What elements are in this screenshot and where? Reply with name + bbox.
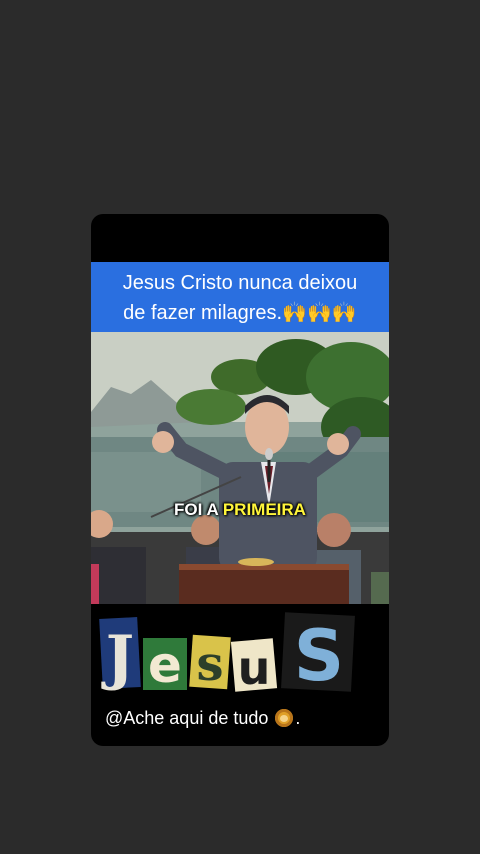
subtitle-highlight: PRIMEIRA	[222, 500, 306, 519]
handle-text: @Ache aqui de tudo	[105, 708, 269, 728]
handle-suffix: .	[295, 708, 301, 728]
sticker-letter-5: S	[281, 612, 355, 692]
sticker-letter-text: e	[148, 636, 182, 692]
preacher-scene	[91, 332, 389, 604]
video-frame[interactable]: FOI A PRIMEIRA	[91, 332, 389, 604]
video-subtitle: FOI A PRIMEIRA	[91, 500, 389, 520]
sticker-letter-1: J	[99, 617, 141, 692]
caption-banner: Jesus Cristo nunca deixou de fazer milag…	[91, 262, 389, 332]
caption-line-2: de fazer milagres.🙌🙌🙌	[123, 302, 357, 324]
subtitle-prefix: FOI A	[174, 500, 223, 519]
lion-face-icon	[275, 709, 294, 727]
jesus-ransom-letters-sticker: J e s u S	[99, 612, 355, 692]
sticker-letter-text: J	[101, 623, 134, 692]
sticker-letter-text: s	[196, 636, 223, 692]
story-card[interactable]: Jesus Cristo nunca deixou de fazer milag…	[91, 214, 389, 746]
sticker-letter-2: e	[143, 636, 187, 692]
sticker-letter-4: u	[230, 638, 278, 692]
sticker-letter-3: s	[189, 634, 231, 692]
sticker-letter-text: S	[294, 615, 344, 692]
caption-line-1: Jesus Cristo nunca deixou	[122, 272, 358, 294]
sticker-letter-text: u	[238, 641, 271, 692]
account-handle[interactable]: @Ache aqui de tudo .	[105, 708, 300, 729]
